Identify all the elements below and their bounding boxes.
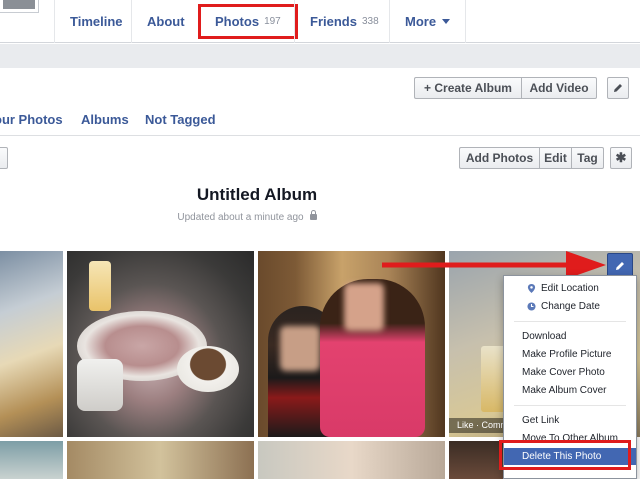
tab-friends[interactable]: Friends 338 bbox=[294, 0, 394, 43]
add-photos-button[interactable]: Add Photos bbox=[459, 147, 539, 169]
photo-detail bbox=[77, 359, 123, 411]
clock-icon bbox=[527, 302, 536, 311]
photo-detail bbox=[280, 326, 320, 371]
edit-album-button[interactable]: Edit bbox=[539, 147, 571, 169]
pencil-icon bbox=[614, 84, 622, 92]
menu-item-get-link[interactable]: Get Link bbox=[504, 412, 636, 429]
tab-about[interactable]: About bbox=[131, 0, 200, 43]
tag-button[interactable]: Tag bbox=[571, 147, 604, 169]
tab-friends-count: 338 bbox=[361, 16, 379, 27]
menu-item-change-date[interactable]: Change Date bbox=[504, 298, 636, 315]
album-updated-label: Updated about a minute ago bbox=[177, 212, 304, 223]
photo-thumbnail[interactable] bbox=[449, 441, 504, 479]
tab-friends-label: Friends bbox=[310, 14, 357, 29]
subtab-your-photos[interactable]: our Photos bbox=[0, 112, 63, 127]
menu-item-label: Edit Location bbox=[541, 283, 599, 294]
gear-icon: ✱ bbox=[615, 150, 627, 165]
chevron-down-icon bbox=[442, 19, 451, 24]
menu-divider bbox=[514, 321, 626, 322]
album-settings-button[interactable]: ✱ bbox=[610, 147, 632, 169]
subtab-not-tagged[interactable]: Not Tagged bbox=[145, 112, 216, 127]
photo-thumbnail[interactable] bbox=[258, 441, 445, 479]
album-updated-text: Updated about a minute ago bbox=[0, 210, 494, 223]
photo-detail bbox=[177, 346, 239, 392]
menu-divider bbox=[514, 405, 626, 406]
menu-item-make-profile-picture[interactable]: Make Profile Picture bbox=[504, 346, 636, 363]
photo-thumbnail[interactable] bbox=[67, 441, 254, 479]
photo-detail bbox=[344, 283, 384, 331]
album-title: Untitled Album bbox=[196, 185, 318, 204]
tab-timeline-label: Timeline bbox=[70, 14, 123, 29]
create-album-button[interactable]: + Create Album bbox=[414, 77, 521, 99]
page-background-band bbox=[0, 44, 640, 68]
profile-tab-bar: Timeline About Photos 197 Friends 338 Mo… bbox=[0, 0, 640, 43]
photo-thumbnail[interactable] bbox=[0, 441, 63, 479]
back-button[interactable] bbox=[0, 147, 8, 169]
profile-picture-thumbnail[interactable] bbox=[0, 0, 38, 12]
location-pin-icon bbox=[527, 284, 536, 293]
lock-icon bbox=[309, 210, 317, 220]
menu-item-edit-location[interactable]: Edit Location bbox=[504, 280, 636, 297]
edit-photos-button[interactable] bbox=[607, 77, 629, 99]
red-highlight-box-annotation bbox=[499, 440, 631, 470]
add-video-button[interactable]: Add Video bbox=[521, 77, 597, 99]
photo-detail bbox=[89, 261, 111, 311]
tab-more-label: More bbox=[405, 14, 437, 29]
tab-photos[interactable]: Photos 197 bbox=[198, 4, 298, 39]
menu-item-label: Change Date bbox=[541, 301, 600, 312]
menu-item-make-album-cover[interactable]: Make Album Cover bbox=[504, 382, 636, 399]
tab-photos-label: Photos bbox=[215, 14, 260, 29]
pencil-icon bbox=[616, 261, 624, 270]
photo-thumbnail[interactable] bbox=[0, 251, 63, 437]
tab-timeline[interactable]: Timeline bbox=[54, 0, 138, 43]
tab-photos-count: 197 bbox=[264, 16, 281, 27]
menu-item-make-cover-photo[interactable]: Make Cover Photo bbox=[504, 364, 636, 381]
tab-about-label: About bbox=[147, 14, 185, 29]
menu-item-download[interactable]: Download bbox=[504, 328, 636, 345]
tab-more[interactable]: More bbox=[389, 0, 467, 43]
subtab-albums[interactable]: Albums bbox=[81, 112, 129, 127]
photo-thumbnail[interactable] bbox=[67, 251, 254, 437]
